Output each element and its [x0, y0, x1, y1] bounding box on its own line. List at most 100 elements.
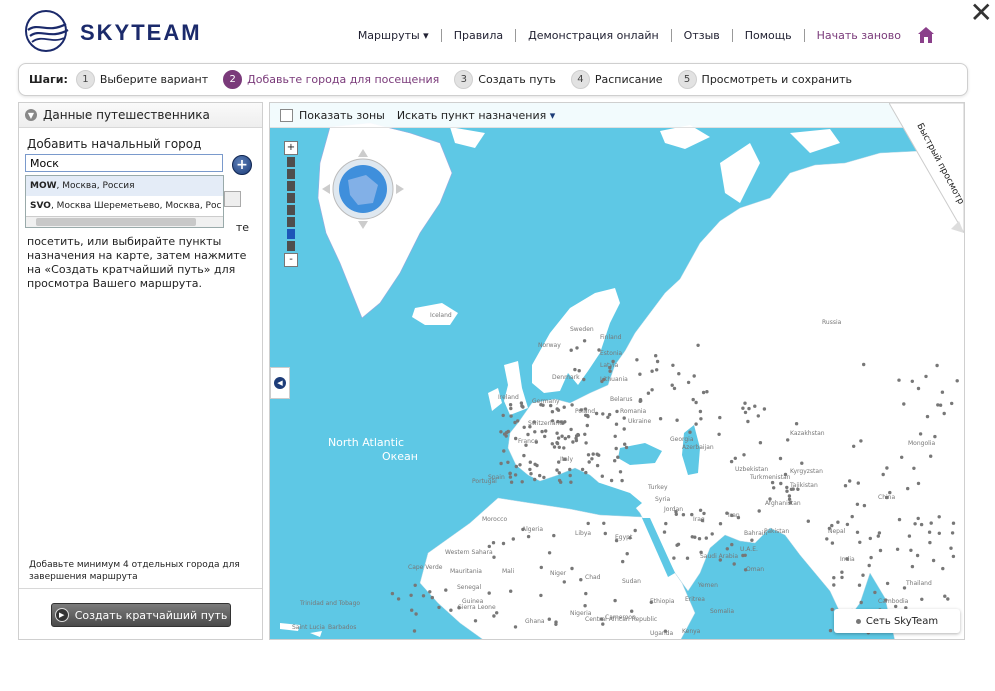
airport-dot[interactable]: [753, 404, 757, 408]
zoom-level-step[interactable]: [287, 241, 295, 251]
skyteam-network-button[interactable]: Сеть SkyTeam: [834, 609, 960, 633]
airport-dot[interactable]: [916, 386, 921, 391]
airport-dot[interactable]: [606, 415, 610, 419]
airport-dot[interactable]: [583, 604, 587, 608]
airport-dot[interactable]: [910, 379, 914, 383]
airport-dot[interactable]: [688, 430, 692, 434]
airport-dot[interactable]: [741, 406, 745, 410]
airport-dot[interactable]: [526, 534, 531, 539]
airport-dot[interactable]: [547, 551, 552, 555]
airport-dot[interactable]: [522, 453, 526, 458]
airport-dot[interactable]: [690, 535, 694, 539]
airport-dot[interactable]: [492, 614, 496, 618]
airport-dot[interactable]: [555, 468, 559, 472]
airport-dot[interactable]: [786, 438, 790, 442]
airport-dot[interactable]: [543, 434, 547, 439]
airport-dot[interactable]: [597, 348, 601, 352]
airport-dot[interactable]: [508, 471, 512, 476]
airport-dot[interactable]: [538, 473, 542, 478]
airport-dot[interactable]: [586, 521, 590, 526]
create-shortest-path-button[interactable]: ▶ Создать кратчайший путь: [51, 603, 231, 627]
zoom-level-step[interactable]: [287, 193, 295, 203]
airport-dot[interactable]: [561, 421, 565, 425]
airport-dot[interactable]: [850, 514, 854, 519]
airport-dot[interactable]: [845, 522, 850, 527]
airport-dot[interactable]: [516, 419, 520, 423]
airport-dot[interactable]: [662, 530, 667, 534]
airport-dot[interactable]: [888, 490, 892, 495]
airport-dot[interactable]: [878, 548, 883, 553]
airport-dot[interactable]: [885, 466, 889, 470]
airport-dot[interactable]: [577, 369, 581, 373]
airport-dot[interactable]: [570, 566, 574, 571]
airport-dot[interactable]: [937, 531, 941, 535]
airport-dot[interactable]: [906, 486, 910, 491]
airport-dot[interactable]: [533, 430, 537, 434]
airport-dot[interactable]: [414, 612, 418, 616]
airport-dot[interactable]: [943, 594, 947, 598]
airport-dot[interactable]: [585, 423, 589, 428]
airport-dot[interactable]: [550, 410, 555, 414]
airport-dot[interactable]: [562, 446, 566, 450]
airport-dot[interactable]: [718, 522, 723, 526]
airport-dot[interactable]: [586, 414, 590, 419]
airport-dot[interactable]: [569, 427, 573, 432]
airport-dot[interactable]: [586, 453, 591, 457]
airport-dot[interactable]: [568, 467, 572, 472]
airport-dot[interactable]: [601, 412, 605, 416]
pan-up-icon[interactable]: [358, 149, 368, 157]
airport-dot[interactable]: [529, 472, 533, 476]
airport-dot[interactable]: [910, 564, 915, 569]
airport-dot[interactable]: [614, 422, 619, 426]
airport-dot[interactable]: [794, 422, 799, 426]
airport-dot[interactable]: [916, 516, 920, 521]
airport-dot[interactable]: [907, 534, 912, 538]
airport-dot[interactable]: [869, 555, 873, 560]
airport-dot[interactable]: [487, 591, 491, 595]
airport-dot[interactable]: [544, 429, 548, 433]
airport-dot[interactable]: [674, 510, 678, 514]
airport-dot[interactable]: [502, 449, 506, 453]
airport-dot[interactable]: [918, 432, 923, 436]
airport-dot[interactable]: [955, 379, 959, 383]
airport-dot[interactable]: [595, 463, 600, 468]
airport-dot[interactable]: [928, 540, 932, 545]
airport-dot[interactable]: [885, 581, 890, 586]
zoom-out-button[interactable]: -: [284, 253, 298, 267]
airport-dot[interactable]: [881, 472, 885, 477]
airport-dot[interactable]: [855, 530, 860, 534]
airport-dot[interactable]: [925, 414, 930, 419]
airport-dot[interactable]: [848, 479, 852, 483]
airport-dot[interactable]: [825, 537, 829, 541]
airport-dot[interactable]: [556, 419, 560, 424]
airport-dot[interactable]: [557, 445, 561, 449]
airport-dot[interactable]: [623, 442, 627, 446]
airport-dot[interactable]: [473, 619, 478, 623]
airport-dot[interactable]: [410, 608, 414, 612]
pan-right-icon[interactable]: [396, 184, 404, 194]
airport-dot[interactable]: [951, 554, 956, 559]
airport-dot[interactable]: [827, 526, 832, 531]
airport-dot[interactable]: [692, 374, 696, 378]
airport-dot[interactable]: [743, 568, 748, 572]
airport-dot[interactable]: [894, 604, 898, 609]
zoom-level-step[interactable]: [287, 181, 295, 191]
airport-dot[interactable]: [555, 407, 559, 411]
airport-dot[interactable]: [571, 440, 575, 444]
airport-dot[interactable]: [884, 598, 888, 602]
airport-dot[interactable]: [789, 487, 794, 491]
airport-dot[interactable]: [608, 369, 612, 373]
route-map[interactable]: North Atlantic Океан Iceland Norway Sweden…: [269, 102, 965, 640]
airport-dot[interactable]: [549, 403, 553, 408]
airport-dot[interactable]: [509, 414, 513, 418]
airport-dot[interactable]: [513, 473, 518, 477]
airport-dot[interactable]: [832, 583, 836, 587]
airport-dot[interactable]: [524, 443, 528, 447]
airport-dot[interactable]: [942, 411, 946, 416]
airport-dot[interactable]: [859, 600, 863, 605]
airport-dot[interactable]: [555, 441, 559, 445]
airport-dot[interactable]: [696, 343, 700, 347]
airport-dot[interactable]: [836, 520, 840, 524]
airport-dot[interactable]: [800, 461, 804, 465]
airport-dot[interactable]: [919, 522, 924, 527]
